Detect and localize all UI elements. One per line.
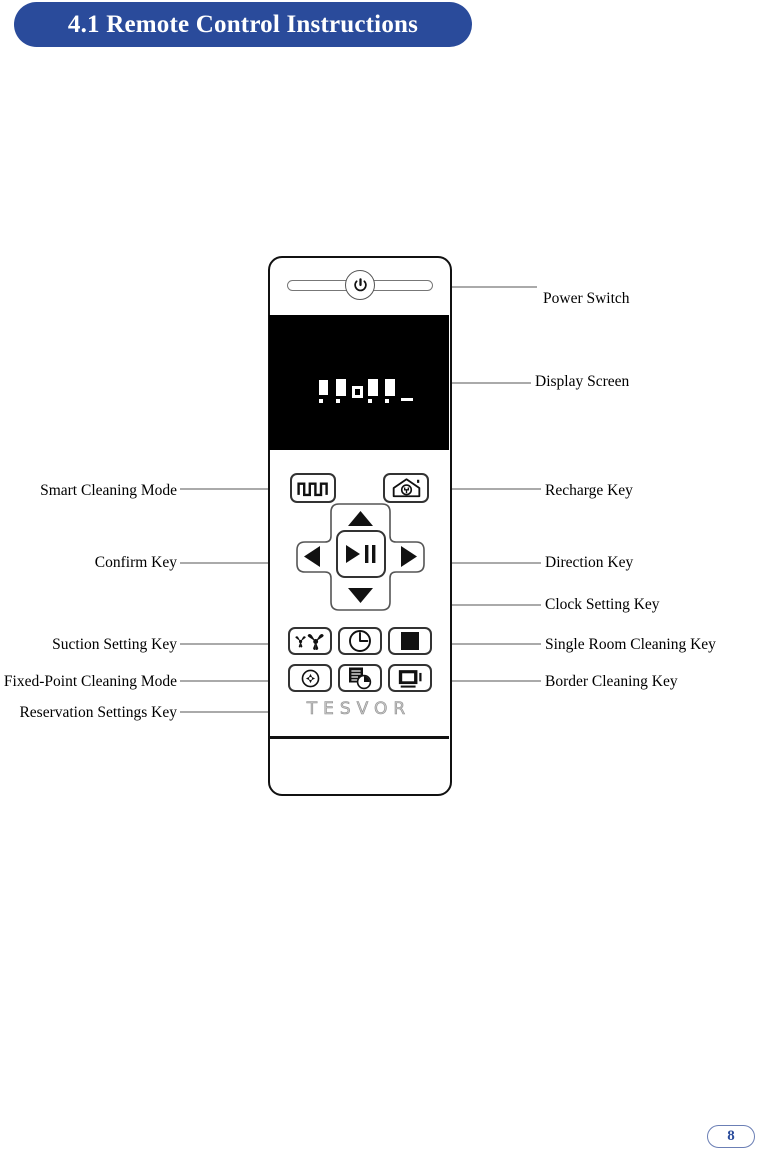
direction-left-key[interactable] [303,545,321,573]
border-cleaning-key[interactable] [388,664,432,692]
callout-direction-key: Direction Key [545,554,634,571]
lcd-segment [385,379,395,396]
base-divider [269,736,449,739]
lcd-dash [401,398,413,401]
document-clock-icon [349,667,372,690]
arrow-right-icon [401,546,417,567]
clock-icon [349,630,371,652]
dual-fan-icon [295,633,324,650]
reservation-settings-key[interactable] [338,664,382,692]
lcd-dot [319,399,323,403]
page-number: 8 [707,1125,755,1148]
play-pause-icon [346,545,376,563]
power-icon [353,277,367,291]
lcd-hollow-segment [352,386,363,398]
callout-smart-cleaning-mode: Smart Cleaning Mode [40,482,177,499]
page-title: 4.1 Remote Control Instructions [67,10,419,38]
arrow-left-icon [304,546,320,567]
lcd-segment [336,379,346,396]
lcd-segment [319,380,328,395]
spiral-target-icon [301,669,319,687]
lcd-dot [385,399,389,403]
lcd-dot [368,399,372,403]
callout-power-switch: Power Switch [543,290,630,307]
smart-cleaning-mode-key[interactable] [290,473,336,503]
nested-rectangles-icon [398,669,422,688]
direction-up-key[interactable] [347,510,374,532]
arrow-down-icon [348,588,373,603]
lcd-dot [336,399,340,403]
brand-logo: TESVOR [306,699,412,720]
callout-recharge-key: Recharge Key [545,482,633,499]
lcd-segments [319,378,413,404]
direction-down-key[interactable] [347,587,374,609]
callout-single-room-cleaning-key: Single Room Cleaning Key [545,636,716,653]
lcd-segment [368,379,378,396]
callout-fixed-point-cleaning-mode: Fixed-Point Cleaning Mode [3,673,177,690]
callout-clock-setting-key: Clock Setting Key [545,596,660,613]
remote-control: TESVOR [268,256,452,796]
direction-pad [295,502,426,612]
power-button[interactable] [345,270,375,300]
callout-confirm-key: Confirm Key [94,554,177,571]
callout-border-cleaning-key: Border Cleaning Key [545,673,678,690]
direction-right-key[interactable] [400,545,418,573]
suction-setting-key[interactable] [288,627,332,655]
display-screen [269,315,449,450]
filled-square-icon [401,632,419,650]
confirm-key[interactable] [336,530,386,578]
clock-setting-key[interactable] [338,627,382,655]
callout-display-screen: Display Screen [535,373,630,390]
callout-reservation-settings-key: Reservation Settings Key [19,704,177,721]
zigzag-wave-icon [297,482,328,496]
single-room-cleaning-key[interactable] [388,627,432,655]
house-plug-icon [392,478,420,498]
arrow-up-icon [348,511,373,526]
callout-suction-setting-key: Suction Setting Key [52,636,177,653]
section-header: 4.1 Remote Control Instructions [14,2,472,47]
recharge-key[interactable] [383,473,429,503]
fixed-point-cleaning-key[interactable] [288,664,332,692]
